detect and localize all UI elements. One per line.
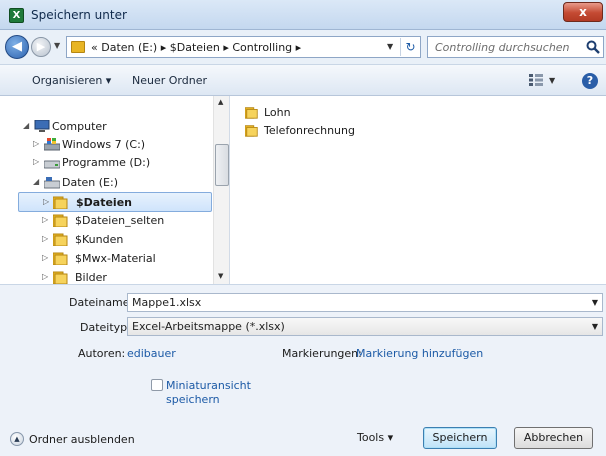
scroll-down-icon[interactable]: ▼ (218, 272, 223, 280)
expand-arrow-icon[interactable]: ▷ (42, 234, 48, 243)
breadcrumb[interactable]: « Daten (E:) ▸ $Dateien ▸ Controlling ▸ … (66, 36, 421, 58)
address-row: ◀ ▶ ▼ « Daten (E:) ▸ $Dateien ▸ Controll… (0, 30, 606, 64)
organize-menu[interactable]: Organisieren ▾ (32, 74, 111, 87)
excel-app-icon: X (9, 8, 24, 23)
views-icon[interactable] (529, 74, 543, 86)
hide-folders-label: Ordner ausblenden (29, 433, 135, 446)
folder-icon (53, 271, 68, 284)
scrollbar-thumb[interactable] (215, 144, 229, 186)
filetype-select[interactable]: Excel-Arbeitsmappe (*.xlsx) ▼ (127, 317, 603, 336)
address-history-dropdown[interactable]: ▼ (387, 42, 393, 51)
folder-icon (245, 125, 258, 137)
views-dropdown[interactable]: ▼ (549, 76, 555, 85)
nav-item-label: Programme (D:) (62, 156, 151, 169)
authors-label: Autoren: (78, 347, 126, 360)
expand-arrow-icon[interactable]: ▷ (33, 157, 39, 166)
nav-item-dateien[interactable]: ▷ $Dateien (18, 192, 212, 212)
nav-item-label: $Mwx-Material (75, 252, 156, 265)
nav-item-programme-drive[interactable]: ▷ Programme (D:) (0, 153, 214, 173)
file-name: Telefonrechnung (264, 124, 355, 137)
nav-item-mwx-material[interactable]: ▷ $Mwx-Material (0, 249, 214, 269)
expand-arrow-icon[interactable]: ▷ (43, 197, 49, 206)
save-button[interactable]: Speichern (423, 427, 497, 449)
folder-icon (53, 233, 68, 246)
search-input[interactable]: Controlling durchsuchen (427, 36, 604, 58)
save-thumbnail-checkbox[interactable] (151, 379, 163, 391)
nav-item-label: $Dateien_selten (75, 214, 165, 227)
save-thumbnail-label-line1[interactable]: Miniaturansicht (166, 379, 251, 392)
folder-icon (53, 252, 68, 265)
folder-icon (71, 41, 85, 53)
tools-menu[interactable]: Tools ▾ (357, 431, 393, 444)
title-bar: X Speichern unter x (0, 0, 606, 30)
nav-item-label: Bilder (75, 271, 107, 284)
close-button[interactable]: x (563, 2, 603, 22)
scroll-up-icon[interactable]: ▲ (218, 98, 223, 106)
chevron-up-icon: ▲ (10, 432, 24, 446)
nav-item-label: $Dateien (76, 196, 132, 209)
save-details-panel: Dateiname: Mappe1.xlsx ▼ Dateityp: Excel… (0, 284, 606, 456)
expand-arrow-icon[interactable]: ▷ (42, 215, 48, 224)
expand-arrow-icon[interactable]: ▷ (42, 253, 48, 262)
forward-button[interactable]: ▶ (31, 37, 51, 57)
navigation-scrollbar[interactable]: ▲ ▼ (213, 96, 229, 284)
windows-drive-icon (44, 138, 60, 151)
save-thumbnail-label-line2[interactable]: speichern (166, 393, 220, 406)
nav-item-label: Windows 7 (C:) (62, 138, 146, 151)
folder-icon (245, 107, 258, 119)
back-button[interactable]: ◀ (5, 35, 29, 59)
nav-item-dateien-selten[interactable]: ▷ $Dateien_selten (0, 211, 214, 231)
search-icon[interactable] (585, 39, 601, 55)
help-icon[interactable]: ? (582, 73, 598, 89)
chevron-down-icon[interactable]: ▼ (592, 298, 598, 307)
search-placeholder: Controlling durchsuchen (435, 41, 570, 54)
filetype-label: Dateityp: (80, 321, 131, 334)
collapse-arrow-icon[interactable]: ◢ (23, 121, 29, 130)
cancel-button[interactable]: Abbrechen (514, 427, 593, 449)
nav-item-windows7-drive[interactable]: ▷ Windows 7 (C:) (0, 135, 214, 155)
refresh-icon[interactable]: ↻ (400, 38, 420, 56)
expand-arrow-icon[interactable]: ▷ (42, 272, 48, 281)
expand-arrow-icon[interactable]: ▷ (33, 139, 39, 148)
nav-item-label: $Kunden (75, 233, 124, 246)
tags-label: Markierungen: (282, 347, 362, 360)
drive-icon (44, 160, 60, 169)
filename-label: Dateiname: (69, 296, 134, 309)
filetype-value: Excel-Arbeitsmappe (*.xlsx) (132, 320, 285, 333)
drive-icon (44, 177, 60, 189)
file-list[interactable]: Lohn Telefonrechnung (231, 96, 606, 284)
filename-value: Mappe1.xlsx (132, 296, 202, 309)
breadcrumb-path[interactable]: « Daten (E:) ▸ $Dateien ▸ Controlling ▸ (91, 41, 301, 54)
file-name: Lohn (264, 106, 291, 119)
chevron-down-icon[interactable]: ▼ (592, 322, 598, 331)
navigation-pane[interactable]: ◢ Computer ▷ Windows 7 (C:) ▷ Programme … (0, 96, 230, 284)
filename-field[interactable]: Mappe1.xlsx ▼ (127, 293, 603, 312)
nav-item-label: Computer (52, 120, 107, 133)
nav-item-computer[interactable]: ◢ Computer (0, 117, 214, 137)
window-title: Speichern unter (31, 8, 127, 22)
nav-item-daten-drive[interactable]: ◢ Daten (E:) (0, 173, 214, 193)
computer-icon (34, 120, 50, 132)
folder-icon (53, 214, 68, 227)
recent-pages-dropdown[interactable]: ▼ (54, 41, 60, 50)
command-bar: Organisieren ▾ Neuer Ordner ▼ ? (0, 64, 606, 96)
nav-item-bilder[interactable]: ▷ Bilder (0, 268, 214, 284)
folder-icon (53, 196, 68, 209)
new-folder-button[interactable]: Neuer Ordner (132, 74, 207, 87)
add-tag-link[interactable]: Markierung hinzufügen (356, 347, 483, 360)
nav-item-label: Daten (E:) (62, 176, 118, 189)
nav-item-kunden[interactable]: ▷ $Kunden (0, 230, 214, 250)
collapse-arrow-icon[interactable]: ◢ (33, 177, 39, 186)
authors-value[interactable]: edibauer (127, 347, 176, 360)
